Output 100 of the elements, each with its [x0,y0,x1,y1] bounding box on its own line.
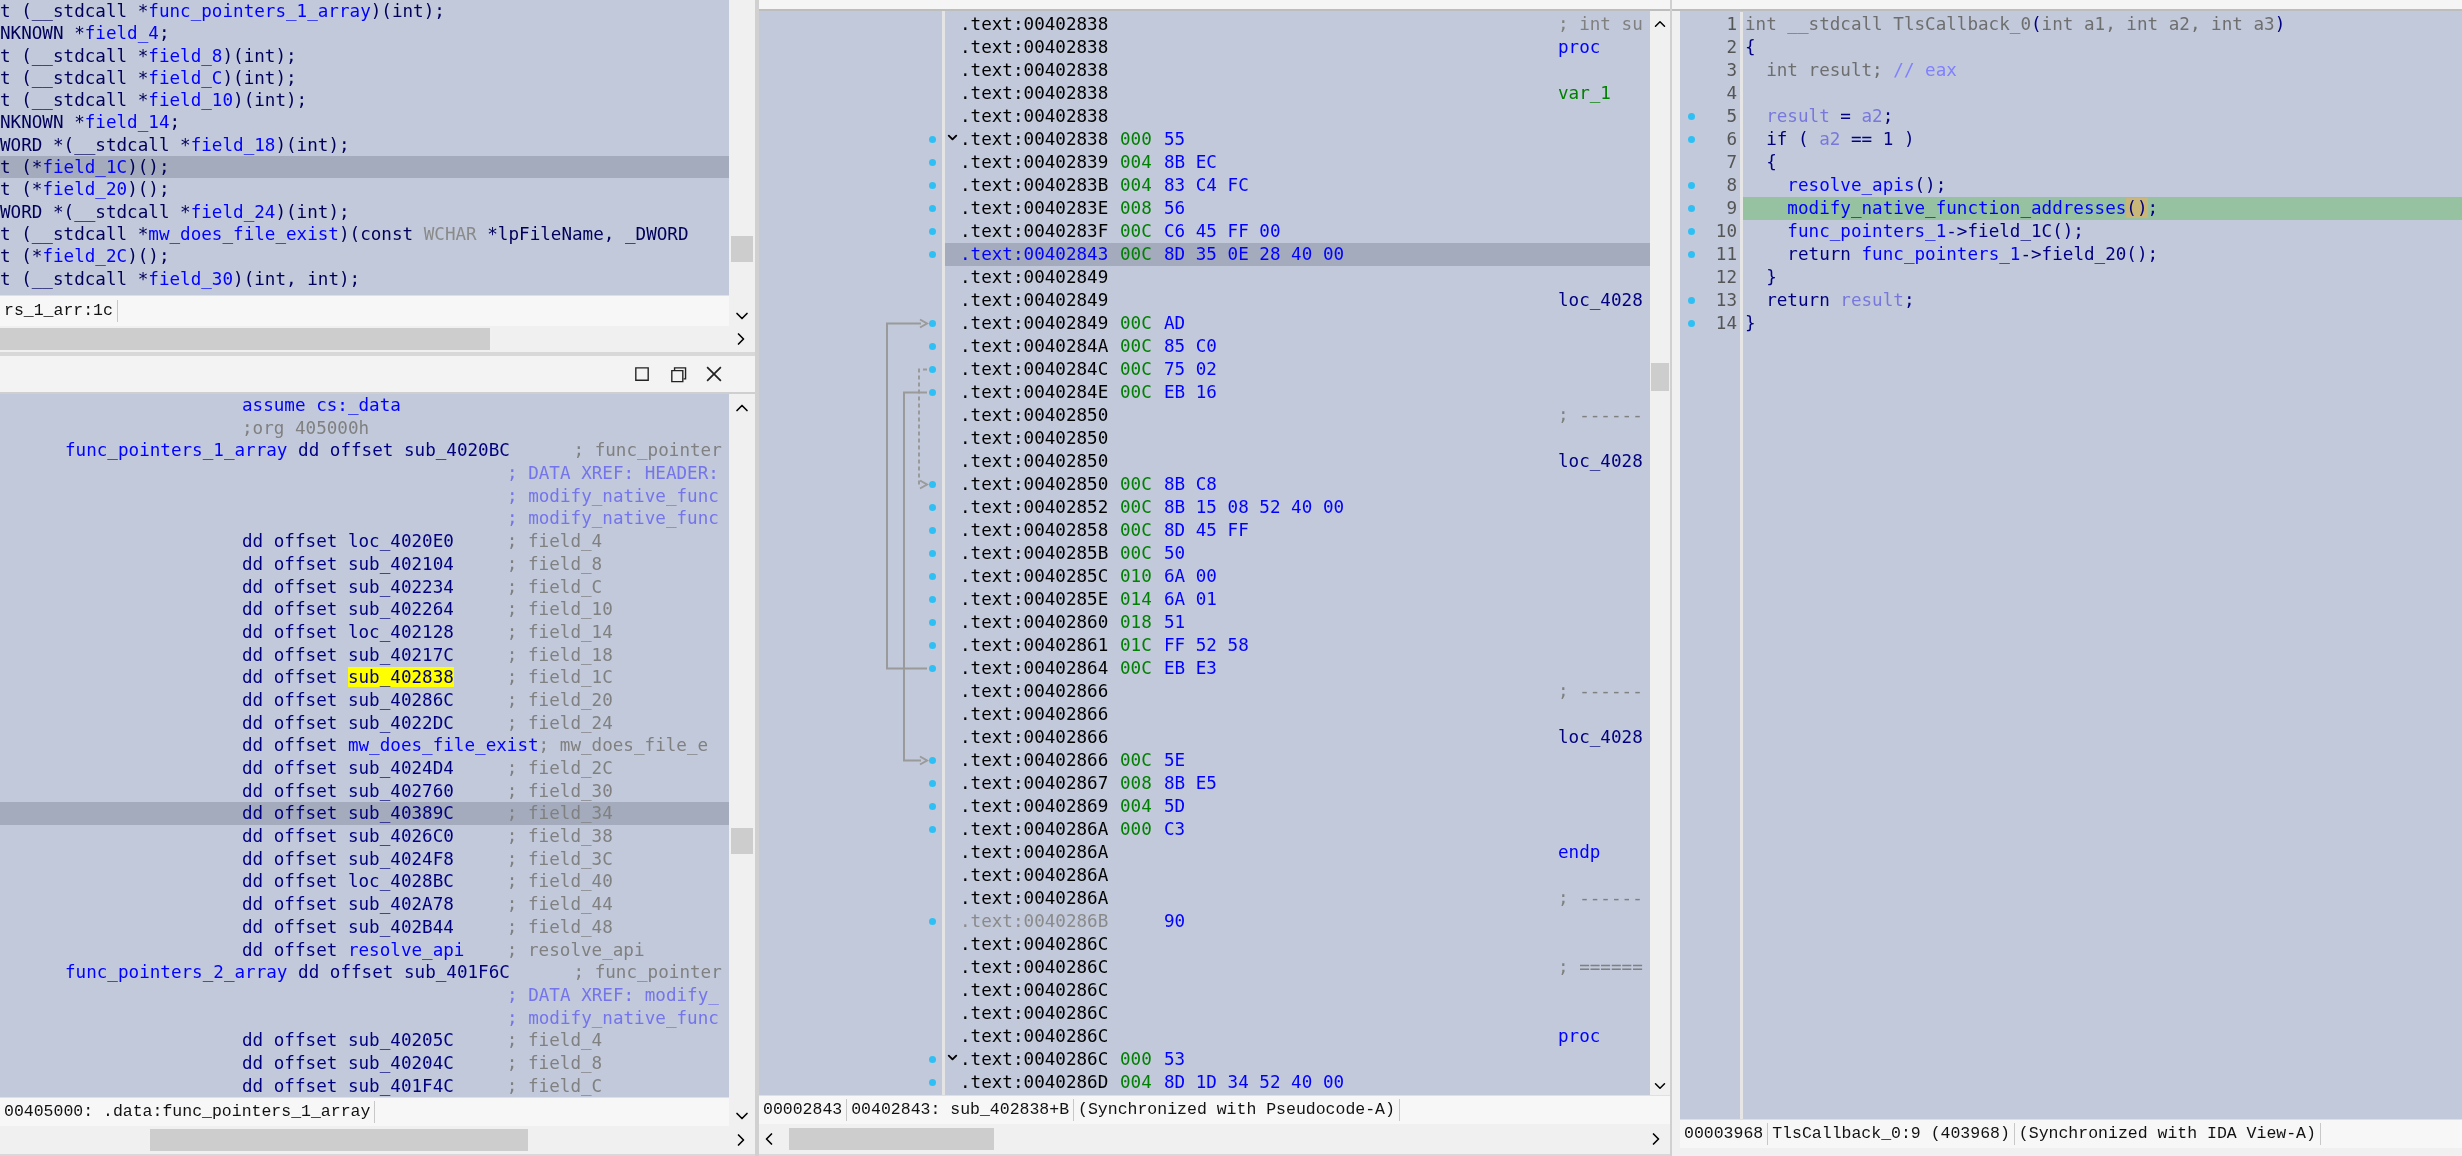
code-line: assume cs:_data [242,395,401,415]
code-line: dd offset sub_40217C ; field_18 [242,644,613,665]
opcode-bytes-text: EB E3 [1164,658,1217,678]
address-text: .text:00402850 [960,450,1110,473]
address-text: .text:0040286C [960,956,1110,979]
code-line: func_pointers_1->field_1C(); [1786,221,2084,241]
opcode-bytes-text: 85 C0 [1164,336,1217,356]
opcode-bytes-text: 75 02 [1164,359,1217,379]
opcode-bytes-text: 6A 01 [1164,589,1217,609]
opcode-bytes-text: 6A 00 [1164,566,1217,586]
address-text: .text:00402843 [960,243,1110,266]
code-line: ; modify_native_func [507,485,719,506]
address-text: .text:0040283B [960,174,1110,197]
stack-offset-text: 00C [1120,244,1152,264]
line-number: 2 [1726,36,1737,59]
code-line: dd offset sub_40204C ; field_8 [242,1052,603,1073]
listing-annotation: endp [1558,842,1601,862]
status-text: (Synchronized with IDA View-A) [2014,1123,2321,1146]
code-line: dd offset sub_402B44 ; field_48 [242,916,613,937]
status-text: 00003968 [1680,1123,1769,1146]
opcode-bytes-text: EB 16 [1164,382,1217,402]
address-text: .text:0040286D [960,1071,1110,1094]
address-text: .text:00402838 [960,13,1110,36]
line-number: 1 [1726,13,1737,36]
code-line: dd offset sub_402A78 ; field_44 [242,894,613,915]
line-marker-dot [929,136,936,143]
code-line: dd offset sub_401F4C ; field_C [242,1075,603,1096]
stack-offset-text: 008 [1120,198,1152,218]
address-text: .text:00402864 [960,657,1110,680]
scrollbar-thumb[interactable] [731,828,753,854]
scrollbar-thumb[interactable] [1651,363,1669,391]
line-marker-dot [929,550,936,557]
code-line: dd offset sub_4026C0 ; field_38 [242,826,613,847]
address-text: .text:00402838 [960,105,1110,128]
code-line: result = a2; [1765,106,1894,126]
address-text: .text:00402869 [960,795,1110,818]
opcode-bytes-text: 8D 1D 34 52 40 00 [1164,1072,1345,1092]
line-number: 13 [1715,289,1737,312]
opcode-bytes-text: 83 C4 FC [1164,175,1249,195]
address-text: .text:00402850 [960,404,1110,427]
listing-annotation: var_1 [1558,83,1611,103]
code-line: } [1745,313,1756,333]
opcode-bytes-text: C6 45 FF 00 [1164,221,1281,241]
address-text: .text:0040286A [960,887,1110,910]
scrollbar-thumb[interactable] [731,236,753,262]
address-text: .text:0040286C [960,1025,1110,1048]
scrollbar-thumb[interactable] [789,1128,994,1151]
opcode-bytes-text: AD [1164,313,1186,333]
address-text: .text:0040285C [960,565,1110,588]
code-line: dd offset sub_40205C ; field_4 [242,1030,603,1051]
code-line: dd offset sub_402264 ; field_10 [242,599,613,620]
line-marker-dot [929,642,936,649]
line-marker-dot [929,918,936,925]
code-line: ; DATA XREF: HEADER: [507,463,719,484]
address-text: .text:00402852 [960,496,1110,519]
scrollbar-thumb[interactable] [0,328,490,350]
address-text: .text:00402858 [960,519,1110,542]
line-number: 8 [1726,174,1737,197]
code-line: return func_pointers_1->field_20(); [1786,244,2159,264]
code-line: NKNOWN *field_14; [0,112,181,133]
code-line: { [1765,152,1777,172]
address-text: .text:00402866 [960,726,1110,749]
opcode-bytes-text: 50 [1164,543,1186,563]
code-line: } [1765,267,1777,287]
stack-offset-text: 000 [1120,819,1152,839]
code-line: int result; // eax [1765,60,1957,80]
line-marker-dot [929,665,936,672]
listing-annotation: ; ====== [1558,957,1643,977]
status-text: 00002843 [759,1099,848,1122]
address-text: .text:00402849 [960,312,1110,335]
code-line: int __stdcall TlsCallback_0(int a1, int a2, int a3) [1745,14,2286,34]
code-line: WORD *(__stdcall *field_18)(int); [0,134,350,155]
opcode-bytes-text: FF 52 58 [1164,635,1249,655]
address-text: .text:0040286B [960,910,1110,933]
line-marker-dot [929,504,936,511]
address-text: .text:00402861 [960,634,1110,657]
code-line: t (__stdcall *func_pointers_1_array)(int); [0,1,445,21]
scrollbar-thumb[interactable] [150,1129,528,1152]
address-text: .text:00402866 [960,749,1110,772]
code-line: dd offset sub_402234 ; field_C [242,576,603,597]
stack-offset-text: 00C [1120,336,1152,356]
line-marker-dot [929,366,936,373]
line-number: 10 [1715,220,1737,243]
code-line: WORD *(__stdcall *field_24)(int); [0,201,350,222]
address-text: .text:0040286C [960,979,1110,1002]
opcode-bytes-text: 8D 45 FF [1164,520,1249,540]
stack-offset-text: 000 [1120,1049,1152,1069]
line-marker-dot [929,1079,936,1086]
listing-annotation: ; ------ [1558,888,1643,908]
line-marker-dot [929,159,936,166]
listing-annotation: ; ------ [1558,405,1643,425]
address-text: .text:00402866 [960,680,1110,703]
status-text: 00405000: .data:func_pointers_1_array [0,1101,376,1124]
code-line: dd offset sub_40286C ; field_20 [242,689,613,710]
stack-offset-text: 00C [1120,497,1152,517]
status-text: TlsCallback_0:9 (403968) [1768,1123,2015,1146]
address-text: .text:00402860 [960,611,1110,634]
code-line: NKNOWN *field_4; [0,23,170,44]
opcode-bytes-text: 8B C8 [1164,474,1217,494]
address-text: .text:0040285E [960,588,1110,611]
